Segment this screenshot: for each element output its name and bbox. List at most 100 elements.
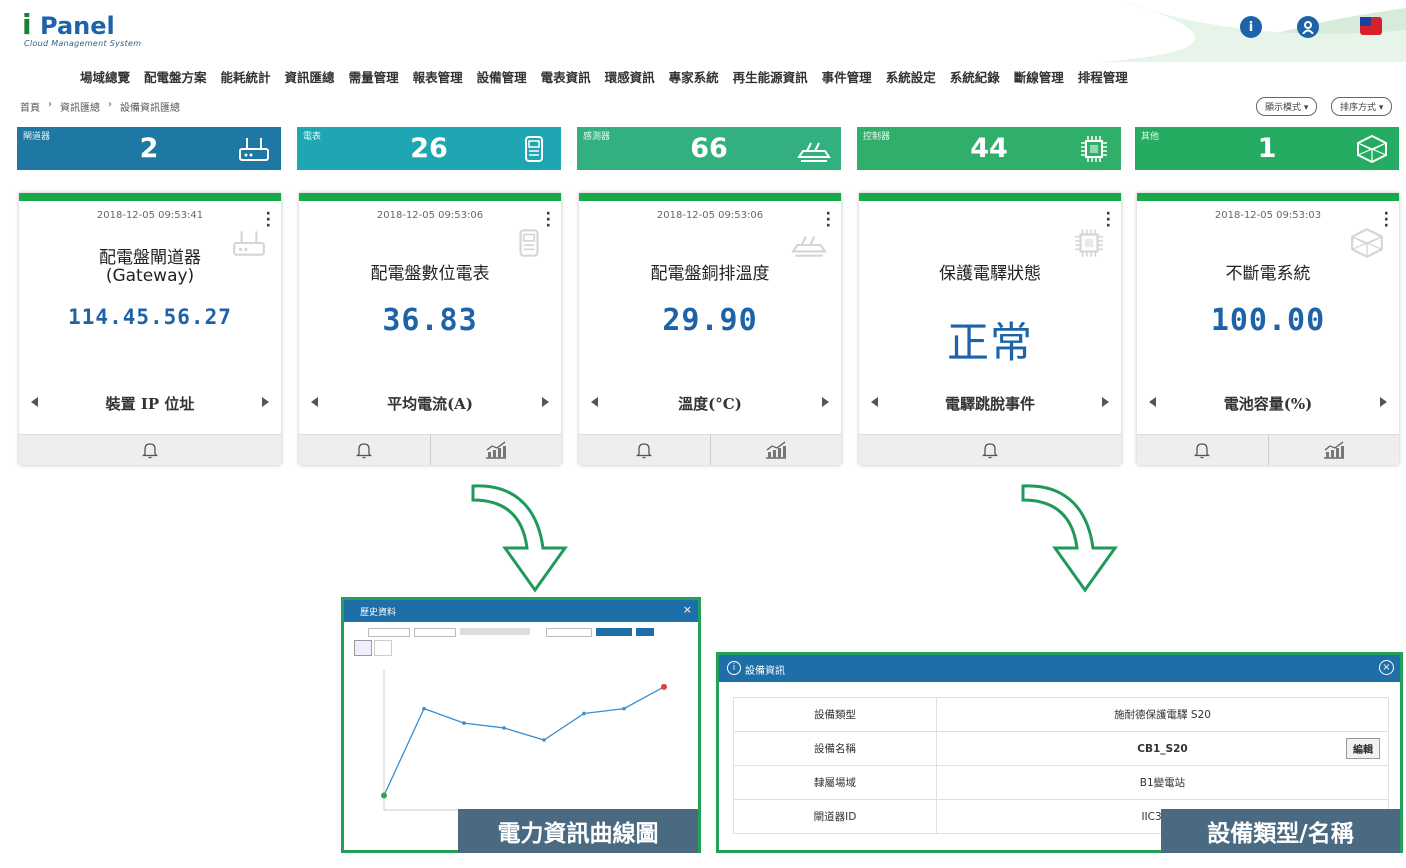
nav-item[interactable]: 系統紀錄	[950, 67, 1000, 86]
data-point[interactable]	[582, 711, 586, 716]
row-label: 設備類型	[733, 697, 937, 732]
next-metric-icon[interactable]	[1380, 397, 1387, 407]
nav-item[interactable]: 專家系統	[669, 67, 719, 86]
card-footer	[19, 434, 281, 465]
chip-icon	[1077, 135, 1111, 163]
data-point[interactable]	[542, 738, 546, 742]
data-point[interactable]	[661, 683, 667, 690]
display-mode-dropdown[interactable]: 顯示模式 ▾	[1256, 97, 1318, 116]
info-icon: i	[727, 661, 741, 675]
device-count-tile[interactable]: 控制器 44	[857, 127, 1121, 170]
flag-icon[interactable]	[1360, 17, 1382, 35]
device-count-tile[interactable]: 閘道器 2	[17, 127, 281, 170]
range-buttons[interactable]	[460, 628, 530, 635]
next-metric-icon[interactable]	[542, 397, 549, 407]
nav-item[interactable]: 再生能源資訊	[733, 67, 808, 86]
nav-item[interactable]: 事件管理	[822, 67, 872, 86]
card-value: 114.45.56.27	[68, 305, 232, 329]
trend-chart-icon[interactable]	[1267, 435, 1400, 465]
row-label: 隸屬場域	[733, 765, 937, 800]
nav-item[interactable]: 報表管理	[413, 67, 463, 86]
trend-chart-icon[interactable]	[429, 435, 562, 465]
bell-icon[interactable]	[299, 435, 430, 465]
device-count-tile[interactable]: 電表 26	[297, 127, 561, 170]
panel-caption: 電力資訊曲線圖	[458, 809, 698, 853]
device-count-tile[interactable]: 其他 1	[1135, 127, 1399, 170]
nav-item[interactable]: 斷線管理	[1014, 67, 1064, 86]
panel-caption: 設備類型/名稱	[1161, 809, 1400, 853]
nav-item[interactable]: 設備管理	[477, 67, 527, 86]
chip-icon	[1071, 227, 1107, 259]
card-device-subname: (Gateway)	[105, 266, 195, 286]
data-point[interactable]	[462, 721, 466, 725]
router-icon	[237, 135, 271, 163]
bell-icon[interactable]	[19, 435, 281, 465]
card-metric-label: 電池容量(%)	[1223, 395, 1313, 413]
card-metric-label: 平均電流(A)	[387, 395, 473, 413]
row-value: B1變電站	[936, 765, 1389, 800]
logo-mark: i	[22, 8, 32, 41]
down-arrow-icon	[471, 484, 568, 593]
card-status-bar	[299, 193, 561, 201]
breadcrumb-item[interactable]: 首頁	[20, 99, 40, 114]
edit-button[interactable]: 編輯	[1346, 738, 1380, 759]
card-device-name: 配電盤銅排溫度	[650, 264, 770, 284]
series-line	[383, 686, 665, 796]
close-icon[interactable]: ×	[683, 603, 692, 616]
meter-icon	[511, 227, 547, 259]
nav-item[interactable]: 系統設定	[886, 67, 936, 86]
card-device-name: 保護電驛狀態	[939, 264, 1041, 284]
device-count-tile[interactable]: 感測器 66	[577, 127, 841, 170]
card-value: 36.83	[382, 303, 478, 338]
cube-icon	[1349, 227, 1385, 259]
breadcrumb-item: 設備資訊匯總	[120, 103, 180, 114]
card-device-name: 不斷電系統	[1225, 264, 1311, 284]
nav-item[interactable]: 電表資訊	[541, 67, 591, 86]
nav-item[interactable]: 環感資訊	[605, 67, 655, 86]
metric-select[interactable]	[546, 628, 592, 637]
row-value: 施耐德保護電驛 S20	[936, 697, 1389, 732]
bell-icon[interactable]	[579, 435, 710, 465]
start-date-input[interactable]	[368, 628, 410, 637]
nav-item[interactable]: 配電盤方案	[144, 67, 207, 86]
logo-subtitle: Cloud Management System	[24, 39, 142, 48]
card-timestamp: 2018-12-05 09:53:06	[656, 210, 764, 221]
bell-icon[interactable]	[1137, 435, 1268, 465]
data-point[interactable]	[422, 706, 426, 711]
info-icon[interactable]: i	[1240, 16, 1262, 38]
card-status-bar	[859, 193, 1121, 201]
user-icon[interactable]	[1297, 16, 1319, 38]
next-metric-icon[interactable]	[1102, 397, 1109, 407]
card-status-bar	[1137, 193, 1399, 201]
down-arrow-icon	[1021, 484, 1118, 593]
nav-item[interactable]: 排程管理	[1078, 67, 1128, 86]
device-card: 2018-12-05 09:53:41 · · · 配電盤閘道器 (Gateway) 114…	[19, 193, 281, 465]
trend-chart-icon[interactable]	[709, 435, 842, 465]
chart-view-tab[interactable]	[354, 640, 372, 656]
query-button[interactable]	[636, 628, 654, 636]
data-point[interactable]	[502, 726, 506, 730]
card-value: 29.90	[662, 303, 758, 338]
nav-item[interactable]: 資訊匯總	[285, 67, 335, 86]
card-footer	[299, 434, 561, 465]
card-timestamp: 2018-12-05 09:53:41	[96, 210, 204, 221]
next-metric-icon[interactable]	[822, 397, 829, 407]
table-view-tab[interactable]	[374, 640, 392, 656]
nav-item[interactable]: 能耗統計	[221, 67, 271, 86]
card-footer	[1137, 434, 1399, 465]
breadcrumb: 首頁 › 資訊匯總 › 設備資訊匯總	[20, 99, 180, 114]
close-icon[interactable]: ×	[1379, 660, 1394, 675]
bell-icon[interactable]	[859, 435, 1121, 465]
next-metric-icon[interactable]	[262, 397, 269, 407]
data-point[interactable]	[622, 706, 626, 711]
export-button[interactable]	[596, 628, 632, 636]
device-card: 2018-12-05 09:53:06 · · · 配電盤銅排溫度 29.90 溫度(°C)	[579, 193, 841, 465]
end-date-input[interactable]	[414, 628, 456, 637]
nav-item[interactable]: 場域總覽	[80, 67, 130, 86]
table-row: 設備類型 施耐德保護電驛 S20	[733, 697, 1389, 732]
breadcrumb-item[interactable]: 資訊匯總	[60, 99, 100, 114]
data-point[interactable]	[381, 792, 387, 799]
sort-mode-dropdown[interactable]: 排序方式 ▾	[1331, 97, 1393, 116]
busbar-icon	[791, 227, 827, 259]
nav-item[interactable]: 需量管理	[349, 67, 399, 86]
